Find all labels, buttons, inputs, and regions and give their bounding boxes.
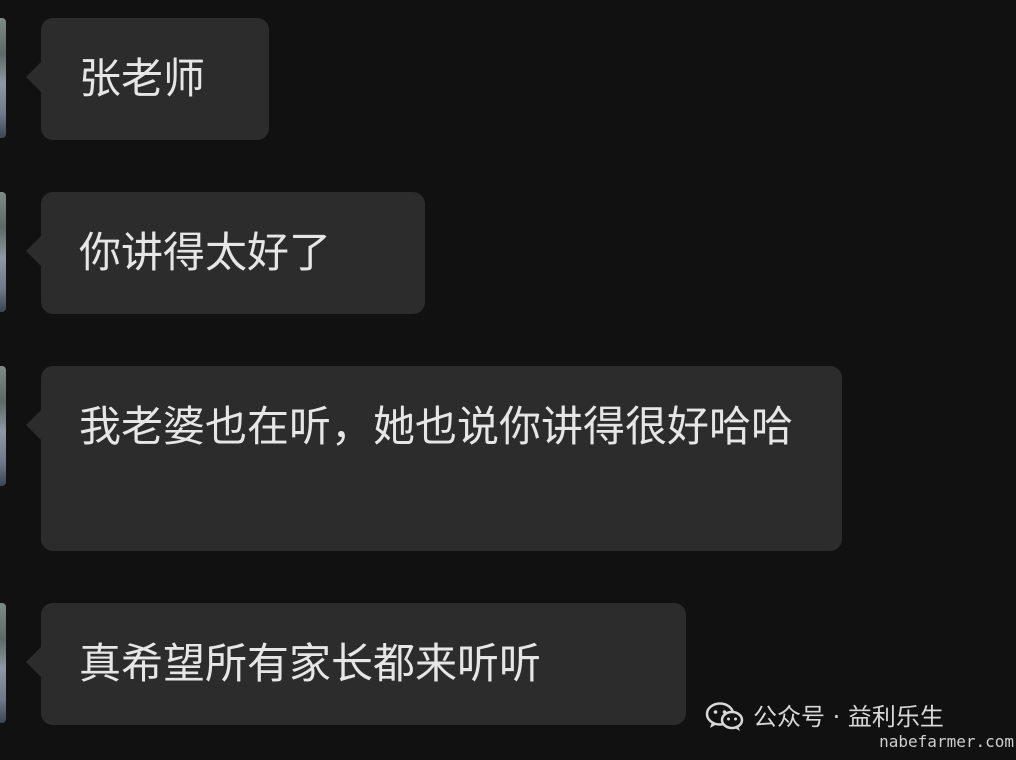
watermark-label: 公众号 · 益利乐生 xyxy=(753,703,944,731)
sender-avatar[interactable] xyxy=(0,366,6,486)
sender-avatar[interactable] xyxy=(0,18,6,138)
message-text: 你讲得太好了 xyxy=(79,228,332,277)
site-watermark: nabefarmer.com xyxy=(879,732,1014,751)
sender-avatar[interactable] xyxy=(0,192,6,312)
wechat-icon xyxy=(705,701,745,733)
message-bubble[interactable]: 张老师 xyxy=(26,18,269,140)
message-bubble[interactable]: 我老婆也在听，她也说你讲得很好哈哈 xyxy=(26,366,842,551)
message-text: 真希望所有家长都来听听 xyxy=(79,639,542,688)
message-text: 张老师 xyxy=(79,54,206,103)
message-bubble[interactable]: 你讲得太好了 xyxy=(26,192,425,314)
sender-avatar[interactable] xyxy=(0,603,6,723)
message-bubble[interactable]: 真希望所有家长都来听听 xyxy=(26,603,686,725)
wechat-watermark: 公众号 · 益利乐生 xyxy=(705,700,944,734)
message-text: 我老婆也在听，她也说你讲得很好哈哈 xyxy=(79,402,794,451)
